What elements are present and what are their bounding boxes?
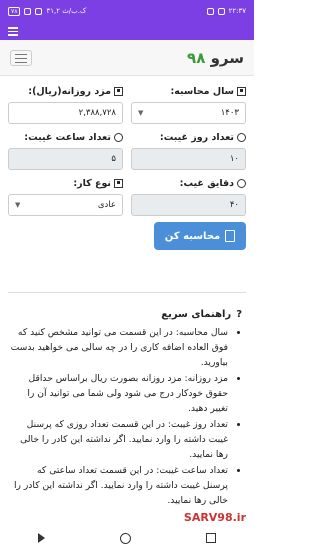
clock-icon (114, 133, 123, 142)
year-select[interactable]: ▼ ۱۴۰۳ (131, 102, 246, 124)
brand-name: سرو (210, 48, 244, 67)
watermark: SARV98.ir (183, 511, 246, 524)
calendar-icon: ▪ (237, 87, 246, 96)
worktype-select[interactable]: ▼ عادی (8, 194, 123, 216)
worktype-label: ▪ نوع کار: (8, 176, 123, 191)
navbar: سرو ۹۸ (0, 40, 254, 76)
system-nav-bar (0, 526, 254, 550)
list-item: مزد روزانه: مزد روزانه بصورت ریال براساس… (10, 371, 228, 416)
calculator-form: ▪ سال محاسبه: ▼ ۱۴۰۳ ▪ مزد روزانه(ریال):… (0, 76, 254, 250)
guide-title: ? راهنمای سریع (161, 309, 242, 320)
minutes-input[interactable]: ۴۰ (131, 194, 246, 216)
network-speed: ۳۱,۲ ک.ب/ث (46, 7, 87, 15)
chevron-down-icon: ▼ (138, 109, 144, 117)
status-bar: ۷۸ ۳۱,۲ ک.ب/ث ۲۲:۳۷ (0, 0, 254, 22)
navbar-toggle-button[interactable] (10, 49, 32, 66)
brand-number: ۹۸ (187, 48, 206, 67)
year-label: ▪ سال محاسبه: (131, 84, 246, 99)
clock-icon (237, 133, 246, 142)
signal-icon (24, 7, 32, 15)
hours-input[interactable]: ۵ (8, 148, 123, 170)
recents-icon[interactable] (206, 533, 217, 543)
question-icon: ? (236, 309, 242, 320)
minutes-label: دقایق غیب: (131, 176, 246, 191)
back-icon[interactable] (37, 533, 45, 543)
app-icon (217, 7, 225, 15)
menu-icon[interactable] (8, 27, 18, 38)
wifi-icon (35, 7, 43, 15)
home-icon[interactable] (119, 532, 131, 544)
wage-label: ▪ مزد روزانه(ریال): (8, 84, 123, 99)
calculator-icon (225, 230, 236, 242)
list-item: تعداد ساعت غیبت: در این قسمت تعداد ساعتی… (10, 463, 228, 508)
clock-icon (237, 179, 246, 188)
hours-label: تعداد ساعت غیبت: (8, 130, 123, 145)
calculate-button[interactable]: محاسبه کن (154, 222, 246, 250)
briefcase-icon: ▪ (114, 179, 123, 188)
chevron-down-icon: ▼ (15, 201, 21, 209)
money-icon: ▪ (114, 87, 123, 96)
list-item: سال محاسبه: در این قسمت می توانید مشخص ک… (10, 325, 228, 370)
battery-indicator: ۷۸ (8, 6, 21, 16)
notification-icon (206, 7, 214, 15)
app-top-strip (0, 22, 254, 40)
guide-list: سال محاسبه: در این قسمت می توانید مشخص ک… (10, 325, 242, 508)
brand-logo[interactable]: سرو ۹۸ (187, 49, 244, 67)
clock: ۲۲:۳۷ (228, 7, 246, 15)
days-input[interactable]: ۱۰ (131, 148, 246, 170)
wage-input[interactable]: ۲,۳۸۸,۷۲۸ (8, 102, 123, 124)
days-label: تعداد روز غیبت: (131, 130, 246, 145)
list-item: تعداد روز غیبت: در این قسمت تعداد روزی ک… (10, 417, 228, 462)
quick-guide: ? راهنمای سریع سال محاسبه: در این قسمت م… (0, 293, 254, 508)
